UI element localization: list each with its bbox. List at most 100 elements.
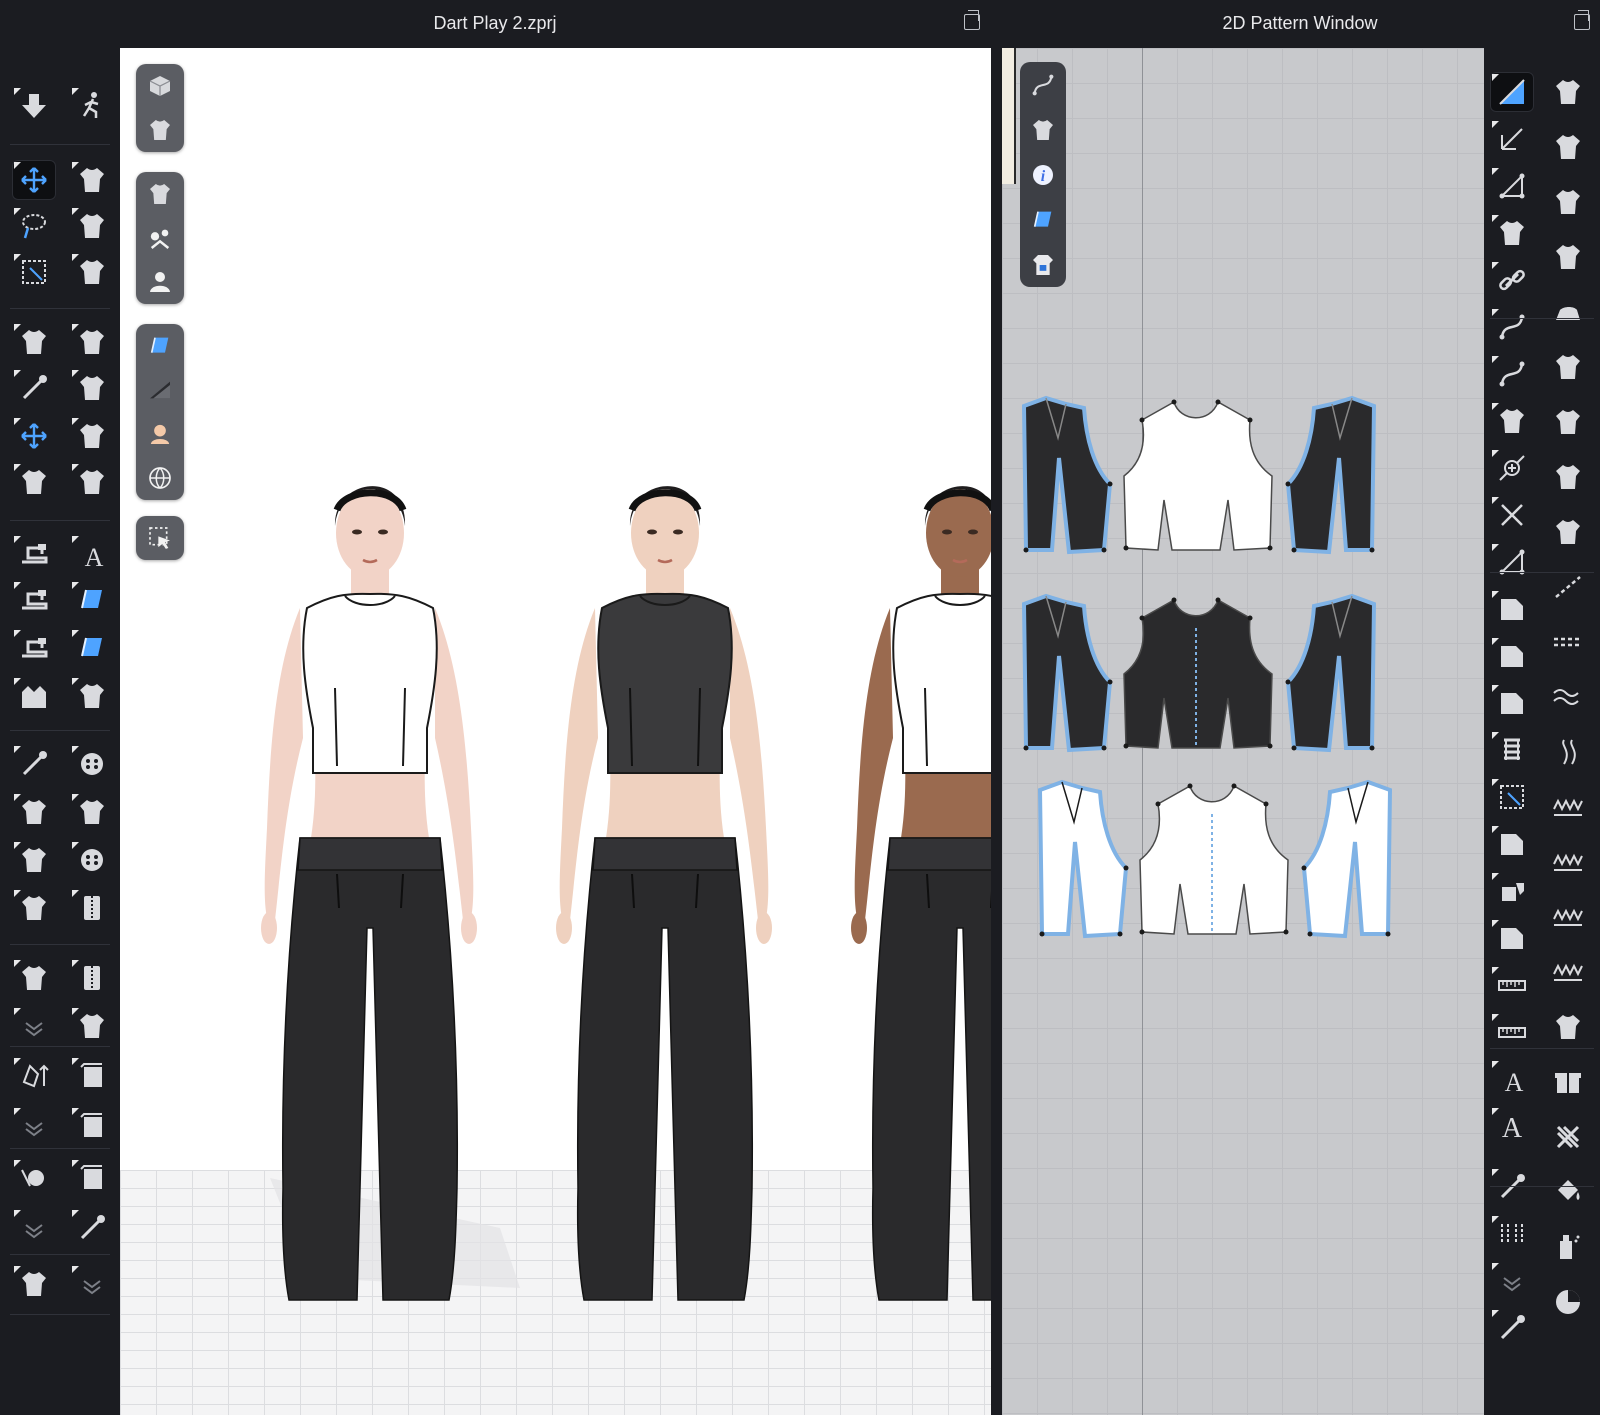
tshirt-fold-tool[interactable] [1546, 402, 1590, 442]
seam-panel-tool[interactable] [1490, 918, 1534, 958]
paint-spray-tool[interactable] [1546, 1227, 1590, 1267]
texture-pattern-tool[interactable]: A [70, 534, 114, 574]
shade-box-tool[interactable] [70, 1158, 114, 1198]
sewing-machine-tool[interactable] [12, 534, 56, 574]
segment-sew-tool[interactable] [1546, 127, 1590, 167]
detach-window-button[interactable] [964, 10, 980, 30]
color-circle-tool[interactable] [1546, 1282, 1590, 1322]
elastic-tool[interactable] [1546, 787, 1590, 827]
garment-move-tool[interactable] [12, 416, 56, 456]
lock-button-tool[interactable] [70, 840, 114, 880]
simulation-down-tool[interactable] [12, 86, 56, 126]
skin-button[interactable] [136, 412, 184, 456]
avatar-size-tool[interactable] [12, 1056, 56, 1096]
zipper-pull-tool[interactable] [70, 958, 114, 998]
pen-curve-button[interactable] [1020, 62, 1066, 107]
link-tool[interactable] [1490, 260, 1534, 300]
zigzag-tool[interactable] [1546, 842, 1590, 882]
tack-tool[interactable] [70, 252, 114, 292]
pattern-piece-left[interactable] [1021, 395, 1113, 555]
ruler-tool[interactable] [1490, 965, 1534, 1005]
internal-shape-tool[interactable] [1490, 824, 1534, 864]
fabric-button[interactable] [136, 324, 184, 368]
fold-arrange-tool[interactable] [70, 206, 114, 246]
select-cursor-button[interactable] [136, 516, 184, 560]
tshirt-button[interactable] [136, 172, 184, 216]
sew-check-tool[interactable] [1546, 237, 1590, 277]
measure-angle-tool[interactable] [1490, 542, 1534, 582]
collapse-chevron-tool[interactable] [12, 1208, 56, 1248]
avatar-walk-tool[interactable] [70, 86, 114, 126]
cross-x-tool[interactable] [1546, 1117, 1590, 1157]
trim-knob-tool[interactable] [12, 792, 56, 832]
pin-collapse-tool[interactable] [70, 1208, 114, 1248]
annotation-tool[interactable] [1490, 1167, 1534, 1207]
spring-tool[interactable] [1490, 730, 1534, 770]
pattern-piece-left[interactable] [1037, 779, 1129, 939]
grain-ruler-tool[interactable] [1490, 1012, 1534, 1052]
trace-tool[interactable] [1490, 683, 1534, 723]
add-pocket-tool[interactable] [1546, 1007, 1590, 1047]
collapse-chevron-tool[interactable] [12, 1106, 56, 1146]
dart-tool[interactable] [1490, 871, 1534, 911]
avatar-measure-tool[interactable] [12, 676, 56, 716]
pin-needle-tool[interactable] [12, 744, 56, 784]
2d-pattern-canvas[interactable]: i [1002, 48, 1484, 1415]
curve-tool[interactable] [1490, 354, 1534, 394]
globe-button[interactable] [136, 456, 184, 500]
avatar-parts-button[interactable] [136, 216, 184, 260]
lasso-select-tool[interactable] [12, 206, 56, 246]
fold-shirt-tool[interactable] [12, 958, 56, 998]
fabric-button[interactable] [1020, 197, 1066, 242]
pattern-piece-center[interactable] [1139, 783, 1289, 935]
text-large-tool[interactable]: A [1490, 1106, 1534, 1146]
tshirt-check-tool[interactable] [1546, 512, 1590, 552]
garment-pin-tool[interactable] [12, 368, 56, 408]
transform-move-tool[interactable] [12, 160, 56, 200]
panel-tool[interactable] [1490, 636, 1534, 676]
ruffle-tool[interactable] [1546, 952, 1590, 992]
collapse-chevron-tool[interactable] [1490, 1261, 1534, 1301]
iron-tool[interactable] [1546, 292, 1590, 332]
zigzag-double-tool[interactable] [1546, 897, 1590, 937]
garment-fold-tool[interactable] [70, 416, 114, 456]
buttonhole-tool[interactable] [70, 792, 114, 832]
garment-hand-tool[interactable] [70, 462, 114, 502]
info-button[interactable]: i [1020, 152, 1066, 197]
collapse-chevron-tool[interactable] [70, 1264, 114, 1304]
detach-pattern-window-button[interactable] [1574, 10, 1590, 30]
garment-fit-tool[interactable] [12, 462, 56, 502]
double-dash-tool[interactable] [1546, 622, 1590, 662]
shirt-sewing-tool[interactable] [12, 1264, 56, 1304]
sewing-wave-tool[interactable] [12, 628, 56, 668]
edit-pattern-tool[interactable] [1490, 72, 1534, 112]
shirt-edit-tool[interactable] [12, 840, 56, 880]
shading-button[interactable] [136, 368, 184, 412]
cylinder-tool[interactable] [70, 1056, 114, 1096]
polygon-tool[interactable] [1490, 166, 1534, 206]
add-point-plus-tool[interactable] [1490, 448, 1534, 488]
3d-viewport[interactable] [120, 48, 991, 1415]
split-tool[interactable] [1490, 401, 1534, 441]
garment-transform-tool[interactable] [70, 322, 114, 362]
curve-point-tool[interactable] [1490, 307, 1534, 347]
edit-sewing-tool[interactable] [1546, 72, 1590, 112]
pattern-piece-center[interactable] [1123, 597, 1273, 749]
tshirt-grid-tool[interactable] [1546, 457, 1590, 497]
text-tool[interactable]: A [1490, 1059, 1534, 1099]
cube-view-button[interactable] [136, 64, 184, 108]
tshirt-button[interactable] [1020, 107, 1066, 152]
pattern-piece-right[interactable] [1285, 593, 1377, 753]
tshirt-edit-tool[interactable] [1546, 347, 1590, 387]
pattern-piece-center[interactable] [1123, 399, 1273, 551]
collapse-chevron-tool[interactable] [12, 1006, 56, 1046]
add-point-tool[interactable] [1490, 213, 1534, 253]
cross-line-tool[interactable] [1490, 495, 1534, 535]
fabric-grid-tool[interactable] [70, 628, 114, 668]
rectangle-pattern-tool[interactable] [1490, 589, 1534, 629]
layout-tool[interactable] [1490, 1214, 1534, 1254]
window-divider[interactable] [991, 46, 1002, 1415]
tshirt-settings-button[interactable] [136, 108, 184, 152]
segment-edit-tool[interactable] [1490, 1308, 1534, 1348]
select-box-tool[interactable] [1490, 777, 1534, 817]
